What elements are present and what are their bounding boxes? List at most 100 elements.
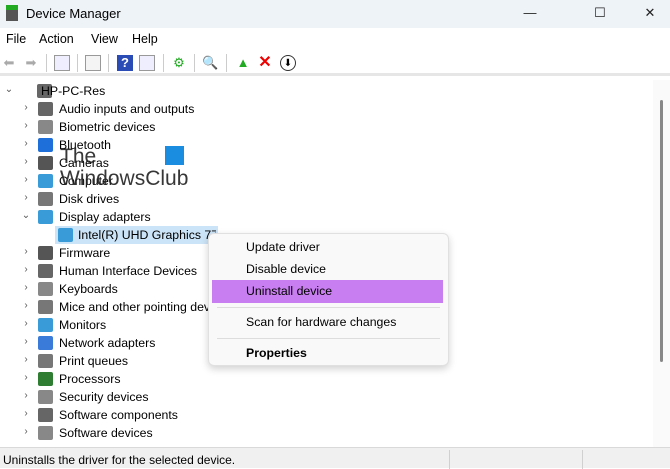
chevron-right-icon[interactable]: › xyxy=(20,192,32,203)
chevron-right-icon[interactable]: › xyxy=(20,354,32,365)
tree-item[interactable]: › Security devices xyxy=(0,388,640,406)
close-button[interactable]: ✕ xyxy=(635,3,665,23)
uninstall-device-icon[interactable]: ✕ xyxy=(257,55,273,71)
tree-item[interactable]: ⌄ Display adapters xyxy=(0,208,640,226)
chip-icon xyxy=(38,246,53,260)
tree-item[interactable]: › Processors xyxy=(0,370,640,388)
tree-item-label: Audio inputs and outputs xyxy=(59,102,195,116)
menu-separator xyxy=(217,307,440,308)
tree-item[interactable]: › Computer xyxy=(0,172,640,190)
menu-item-update-driver[interactable]: Update driver xyxy=(212,236,443,259)
context-menu: Update driver Disable device Uninstall d… xyxy=(208,233,449,366)
chevron-right-icon[interactable]: › xyxy=(20,246,32,257)
network-icon xyxy=(38,336,53,350)
forward-arrow-icon[interactable]: ➡ xyxy=(23,55,39,71)
maximize-button[interactable]: ☐ xyxy=(585,3,615,23)
menu-item-scan-hardware[interactable]: Scan for hardware changes xyxy=(212,311,443,334)
help-icon[interactable]: ? xyxy=(117,55,133,71)
tree-root[interactable]: ⌄ HP-PC-Res xyxy=(0,82,640,100)
menu-item-disable-device[interactable]: Disable device xyxy=(212,258,443,281)
disk-drive-icon xyxy=(38,192,53,206)
printer-icon xyxy=(38,354,53,368)
hid-icon xyxy=(38,264,53,278)
processor-icon xyxy=(38,372,53,386)
chevron-right-icon[interactable]: › xyxy=(20,156,32,167)
menu-action[interactable]: Action xyxy=(39,32,74,46)
tree-item-label: Bluetooth xyxy=(59,138,111,152)
software-device-icon xyxy=(38,426,53,440)
monitor-icon xyxy=(38,174,53,188)
mouse-icon xyxy=(38,300,53,314)
scan-hardware-icon[interactable]: 🔍 xyxy=(202,55,218,71)
tree-item-label: Biometric devices xyxy=(59,120,156,134)
chevron-right-icon[interactable]: › xyxy=(20,174,32,185)
chevron-down-icon[interactable]: ⌄ xyxy=(20,210,32,221)
tree-item-label: Display adapters xyxy=(59,210,151,224)
show-hide-console-tree-icon[interactable] xyxy=(54,55,70,71)
menu-file[interactable]: File xyxy=(6,32,26,46)
menu-help[interactable]: Help xyxy=(132,32,158,46)
action-pane-icon[interactable] xyxy=(139,55,155,71)
update-driver-icon[interactable]: ⚙ xyxy=(171,55,187,71)
chevron-right-icon[interactable]: › xyxy=(20,318,32,329)
chevron-right-icon[interactable]: › xyxy=(20,102,32,113)
keyboard-icon xyxy=(38,282,53,296)
chevron-right-icon[interactable]: › xyxy=(20,120,32,131)
device-manager-icon xyxy=(6,5,18,21)
menu-item-uninstall-device[interactable]: Uninstall device xyxy=(212,280,443,303)
disable-device-icon[interactable]: ⬇ xyxy=(280,55,296,71)
camera-icon xyxy=(38,156,53,170)
tree-item-label: Software components xyxy=(59,408,178,422)
security-icon xyxy=(38,390,53,404)
tree-item-label: Software devices xyxy=(59,426,153,440)
tree-item[interactable]: › Disk drives xyxy=(0,190,640,208)
back-arrow-icon[interactable]: ⬅ xyxy=(1,55,17,71)
tree-item[interactable]: › Software devices xyxy=(0,424,640,442)
window-title: Device Manager xyxy=(26,6,121,21)
tree-item-label: Security devices xyxy=(59,390,149,404)
software-component-icon xyxy=(38,408,53,422)
fingerprint-icon xyxy=(38,120,53,134)
status-text: Uninstalls the driver for the selected d… xyxy=(3,453,236,467)
chevron-down-icon[interactable]: ⌄ xyxy=(3,84,15,95)
tree-item[interactable]: › Audio inputs and outputs xyxy=(0,100,640,118)
title-bar: Device Manager — ☐ ✕ xyxy=(0,0,670,28)
menu-separator xyxy=(217,338,440,339)
display-adapter-icon xyxy=(58,228,73,242)
chevron-right-icon[interactable]: › xyxy=(20,138,32,149)
windows-logo-icon xyxy=(165,146,184,165)
menu-item-properties[interactable]: Properties xyxy=(212,342,443,365)
chevron-right-icon[interactable]: › xyxy=(20,264,32,275)
scrollbar-thumb[interactable] xyxy=(660,100,663,362)
chevron-right-icon[interactable]: › xyxy=(20,426,32,437)
speaker-icon xyxy=(38,102,53,116)
chevron-right-icon[interactable]: › xyxy=(20,336,32,347)
tree-item-label: Processors xyxy=(59,372,121,386)
enable-device-icon[interactable]: ▲ xyxy=(235,55,251,71)
monitor-icon xyxy=(38,318,53,332)
menu-view[interactable]: View xyxy=(91,32,118,46)
tree-item[interactable]: › Cameras xyxy=(0,154,640,172)
properties-icon[interactable] xyxy=(85,55,101,71)
tree-item[interactable]: › Bluetooth xyxy=(0,136,640,154)
tree-item-label: Disk drives xyxy=(59,192,120,206)
vertical-scrollbar[interactable] xyxy=(653,80,670,447)
chevron-right-icon[interactable]: › xyxy=(20,282,32,293)
display-adapter-icon xyxy=(38,210,53,224)
minimize-button[interactable]: — xyxy=(515,3,545,23)
tree-item-label: Mice and other pointing devices xyxy=(59,300,232,314)
menu-bar: File Action View Help xyxy=(0,28,670,50)
tree-item-label: Print queues xyxy=(59,354,129,368)
tree-item-label: Monitors xyxy=(59,318,107,332)
tree-item-label: Human Interface Devices xyxy=(59,264,198,278)
tree-item[interactable]: › Biometric devices xyxy=(0,118,640,136)
chevron-right-icon[interactable]: › xyxy=(20,300,32,311)
tree-item-label: Intel(R) UHD Graphics 770 xyxy=(78,228,216,242)
tree-item[interactable]: › Software components xyxy=(0,406,640,424)
chevron-right-icon[interactable]: › xyxy=(20,372,32,383)
tree-item-label: Firmware xyxy=(59,246,111,260)
chevron-right-icon[interactable]: › xyxy=(20,408,32,419)
bluetooth-icon xyxy=(38,138,53,152)
chevron-right-icon[interactable]: › xyxy=(20,390,32,401)
tree-item-label: Cameras xyxy=(59,156,109,170)
